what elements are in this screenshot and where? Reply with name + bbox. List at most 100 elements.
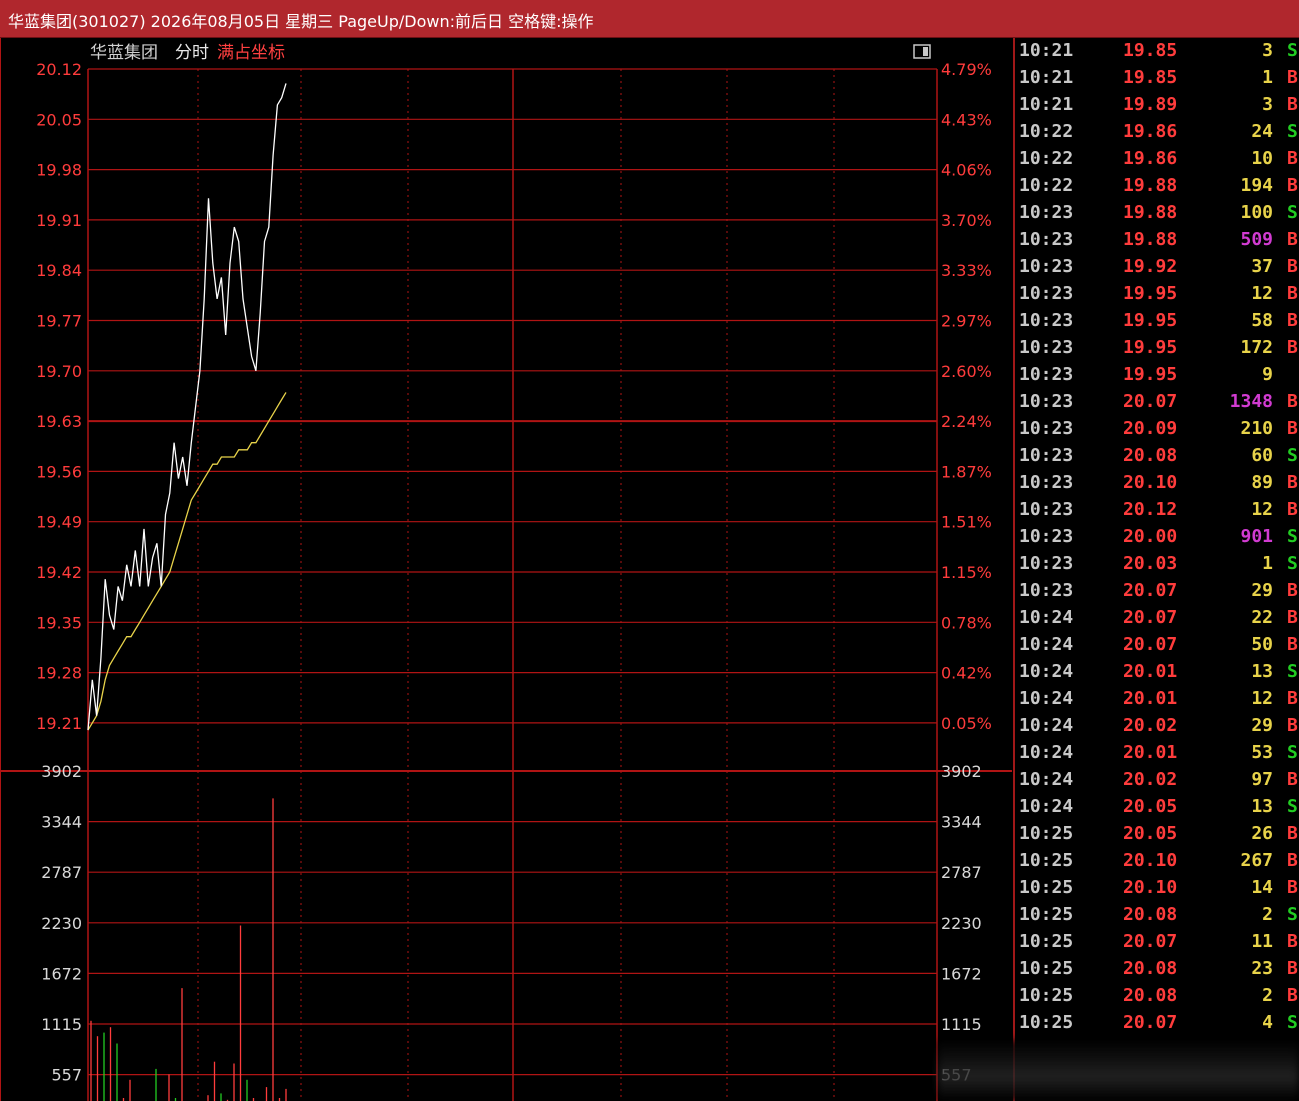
tick-row[interactable]: 10:23 20.03 1 S <box>1015 552 1299 579</box>
tick-price: 20.10 <box>1123 850 1178 871</box>
tick-row[interactable]: 10:23 19.95 58 B <box>1015 309 1299 336</box>
tick-volume: 29 <box>1251 715 1273 736</box>
tick-row[interactable]: 10:25 20.08 23 B <box>1015 957 1299 984</box>
tick-time: 10:22 <box>1019 121 1074 142</box>
window-title: 华蓝集团(301027) 2026年08月05日 星期三 PageUp/Down… <box>8 12 594 31</box>
tick-volume: 60 <box>1251 445 1273 466</box>
tick-volume: 13 <box>1251 796 1273 817</box>
tick-row[interactable]: 10:25 20.08 2 S <box>1015 903 1299 930</box>
tick-side: S <box>1287 904 1298 925</box>
tick-row[interactable]: 10:25 20.07 11 B <box>1015 930 1299 957</box>
tick-row[interactable]: 10:21 19.89 3 B <box>1015 93 1299 120</box>
tick-row[interactable]: 10:23 19.88 509 B <box>1015 228 1299 255</box>
tick-price: 20.07 <box>1123 634 1178 655</box>
volume-bars <box>90 798 287 1101</box>
volume-axis-label: 3902 <box>41 762 82 781</box>
tick-row[interactable]: 10:24 20.05 13 S <box>1015 795 1299 822</box>
tick-row[interactable]: 10:22 19.86 24 S <box>1015 120 1299 147</box>
tick-row[interactable]: 10:23 19.95 172 B <box>1015 336 1299 363</box>
price-axis-label: 20.12 <box>36 60 82 79</box>
tick-row[interactable]: 10:23 19.95 12 B <box>1015 282 1299 309</box>
tick-price: 20.08 <box>1123 445 1178 466</box>
tick-side: S <box>1287 796 1298 817</box>
tick-side: S <box>1287 553 1298 574</box>
tick-row[interactable]: 10:23 19.88 100 S <box>1015 201 1299 228</box>
percent-axis-label: 2.60% <box>941 362 992 381</box>
tick-volume: 50 <box>1251 634 1273 655</box>
tick-row[interactable]: 10:23 20.00 901 S <box>1015 525 1299 552</box>
tick-time: 10:21 <box>1019 94 1074 115</box>
tick-row[interactable]: 10:23 20.08 60 S <box>1015 444 1299 471</box>
timeshare-mode-label[interactable]: 分时 <box>175 43 209 63</box>
tick-time: 10:23 <box>1019 445 1074 466</box>
tick-row[interactable]: 10:24 20.02 97 B <box>1015 768 1299 795</box>
tick-volume: 2 <box>1262 985 1273 1006</box>
tick-row[interactable]: 10:24 20.01 53 S <box>1015 741 1299 768</box>
tick-time: 10:23 <box>1019 580 1074 601</box>
tick-price: 20.02 <box>1123 715 1178 736</box>
volume-axis-label-right: 3344 <box>941 813 982 832</box>
tick-row[interactable]: 10:23 19.95 9 <box>1015 363 1299 390</box>
tick-side: B <box>1287 877 1298 898</box>
tick-row[interactable]: 10:24 20.07 22 B <box>1015 606 1299 633</box>
percent-axis-label: 3.33% <box>941 261 992 280</box>
tick-row[interactable]: 10:22 19.88 194 B <box>1015 174 1299 201</box>
scale-mode-toggle[interactable]: 满占坐标 <box>217 43 285 63</box>
panel-toggle-icon[interactable] <box>913 44 931 59</box>
tick-row[interactable]: 10:23 20.10 89 B <box>1015 471 1299 498</box>
tick-row[interactable]: 10:23 20.09 210 B <box>1015 417 1299 444</box>
tick-price: 20.07 <box>1123 607 1178 628</box>
volume-axis-label: 2230 <box>41 914 82 933</box>
percent-axis-label: 2.24% <box>941 412 992 431</box>
tick-row[interactable]: 10:24 20.07 50 B <box>1015 633 1299 660</box>
tick-price: 19.89 <box>1123 94 1178 115</box>
tick-row[interactable]: 10:25 20.05 26 B <box>1015 822 1299 849</box>
tick-price: 20.12 <box>1123 499 1178 520</box>
obscured-rows <box>938 1040 1299 1101</box>
tick-side: B <box>1287 499 1298 520</box>
tick-row[interactable]: 10:25 20.10 267 B <box>1015 849 1299 876</box>
percent-axis-label: 1.51% <box>941 513 992 532</box>
tick-price: 20.10 <box>1123 877 1178 898</box>
tick-price: 20.08 <box>1123 985 1178 1006</box>
intraday-chart[interactable]: 20.12 4.79% 20.05 4.43% 19.98 4.06% 19.91 3.70%… <box>0 38 1012 1101</box>
tick-row[interactable]: 10:23 20.12 12 B <box>1015 498 1299 525</box>
tick-row[interactable]: 10:23 19.92 37 B <box>1015 255 1299 282</box>
tick-row[interactable]: 10:24 20.02 29 B <box>1015 714 1299 741</box>
tick-side: B <box>1287 580 1298 601</box>
tick-time: 10:25 <box>1019 985 1074 1006</box>
tick-row[interactable]: 10:23 20.07 29 B <box>1015 579 1299 606</box>
tick-volume: 23 <box>1251 958 1273 979</box>
tick-trade-list[interactable]: 10:21 19.85 3 S 10:21 19.85 1 B 10:21 19.89 3 B 10:2… <box>1013 38 1299 1101</box>
tick-row[interactable]: 10:23 20.07 1348 B <box>1015 390 1299 417</box>
tick-time: 10:25 <box>1019 931 1074 952</box>
tick-volume: 4 <box>1262 1012 1273 1033</box>
tick-row[interactable]: 10:25 20.07 4 S <box>1015 1011 1299 1038</box>
tick-time: 10:24 <box>1019 769 1074 790</box>
tick-time: 10:23 <box>1019 229 1074 250</box>
tick-row[interactable]: 10:25 20.10 14 B <box>1015 876 1299 903</box>
tick-price: 19.95 <box>1123 283 1178 304</box>
tick-row[interactable]: 10:25 20.08 2 B <box>1015 984 1299 1011</box>
tick-row[interactable]: 10:22 19.86 10 B <box>1015 147 1299 174</box>
tick-time: 10:21 <box>1019 40 1074 61</box>
tick-volume: 24 <box>1251 121 1273 142</box>
tick-side: S <box>1287 40 1298 61</box>
tick-side: B <box>1287 472 1298 493</box>
price-axis-label: 19.84 <box>36 261 82 280</box>
tick-time: 10:25 <box>1019 958 1074 979</box>
tick-volume: 89 <box>1251 472 1273 493</box>
tick-row[interactable]: 10:24 20.01 13 S <box>1015 660 1299 687</box>
tick-row[interactable]: 10:24 20.01 12 B <box>1015 687 1299 714</box>
tick-side: B <box>1287 607 1298 628</box>
tick-side: B <box>1287 148 1298 169</box>
tick-side: S <box>1287 742 1298 763</box>
tick-time: 10:25 <box>1019 904 1074 925</box>
tick-time: 10:22 <box>1019 175 1074 196</box>
tick-row[interactable]: 10:21 19.85 1 B <box>1015 66 1299 93</box>
tick-price: 20.00 <box>1123 526 1178 547</box>
tick-time: 10:24 <box>1019 796 1074 817</box>
tick-time: 10:24 <box>1019 661 1074 682</box>
tick-row[interactable]: 10:21 19.85 3 S <box>1015 39 1299 66</box>
percent-axis-label: 0.05% <box>941 714 992 733</box>
